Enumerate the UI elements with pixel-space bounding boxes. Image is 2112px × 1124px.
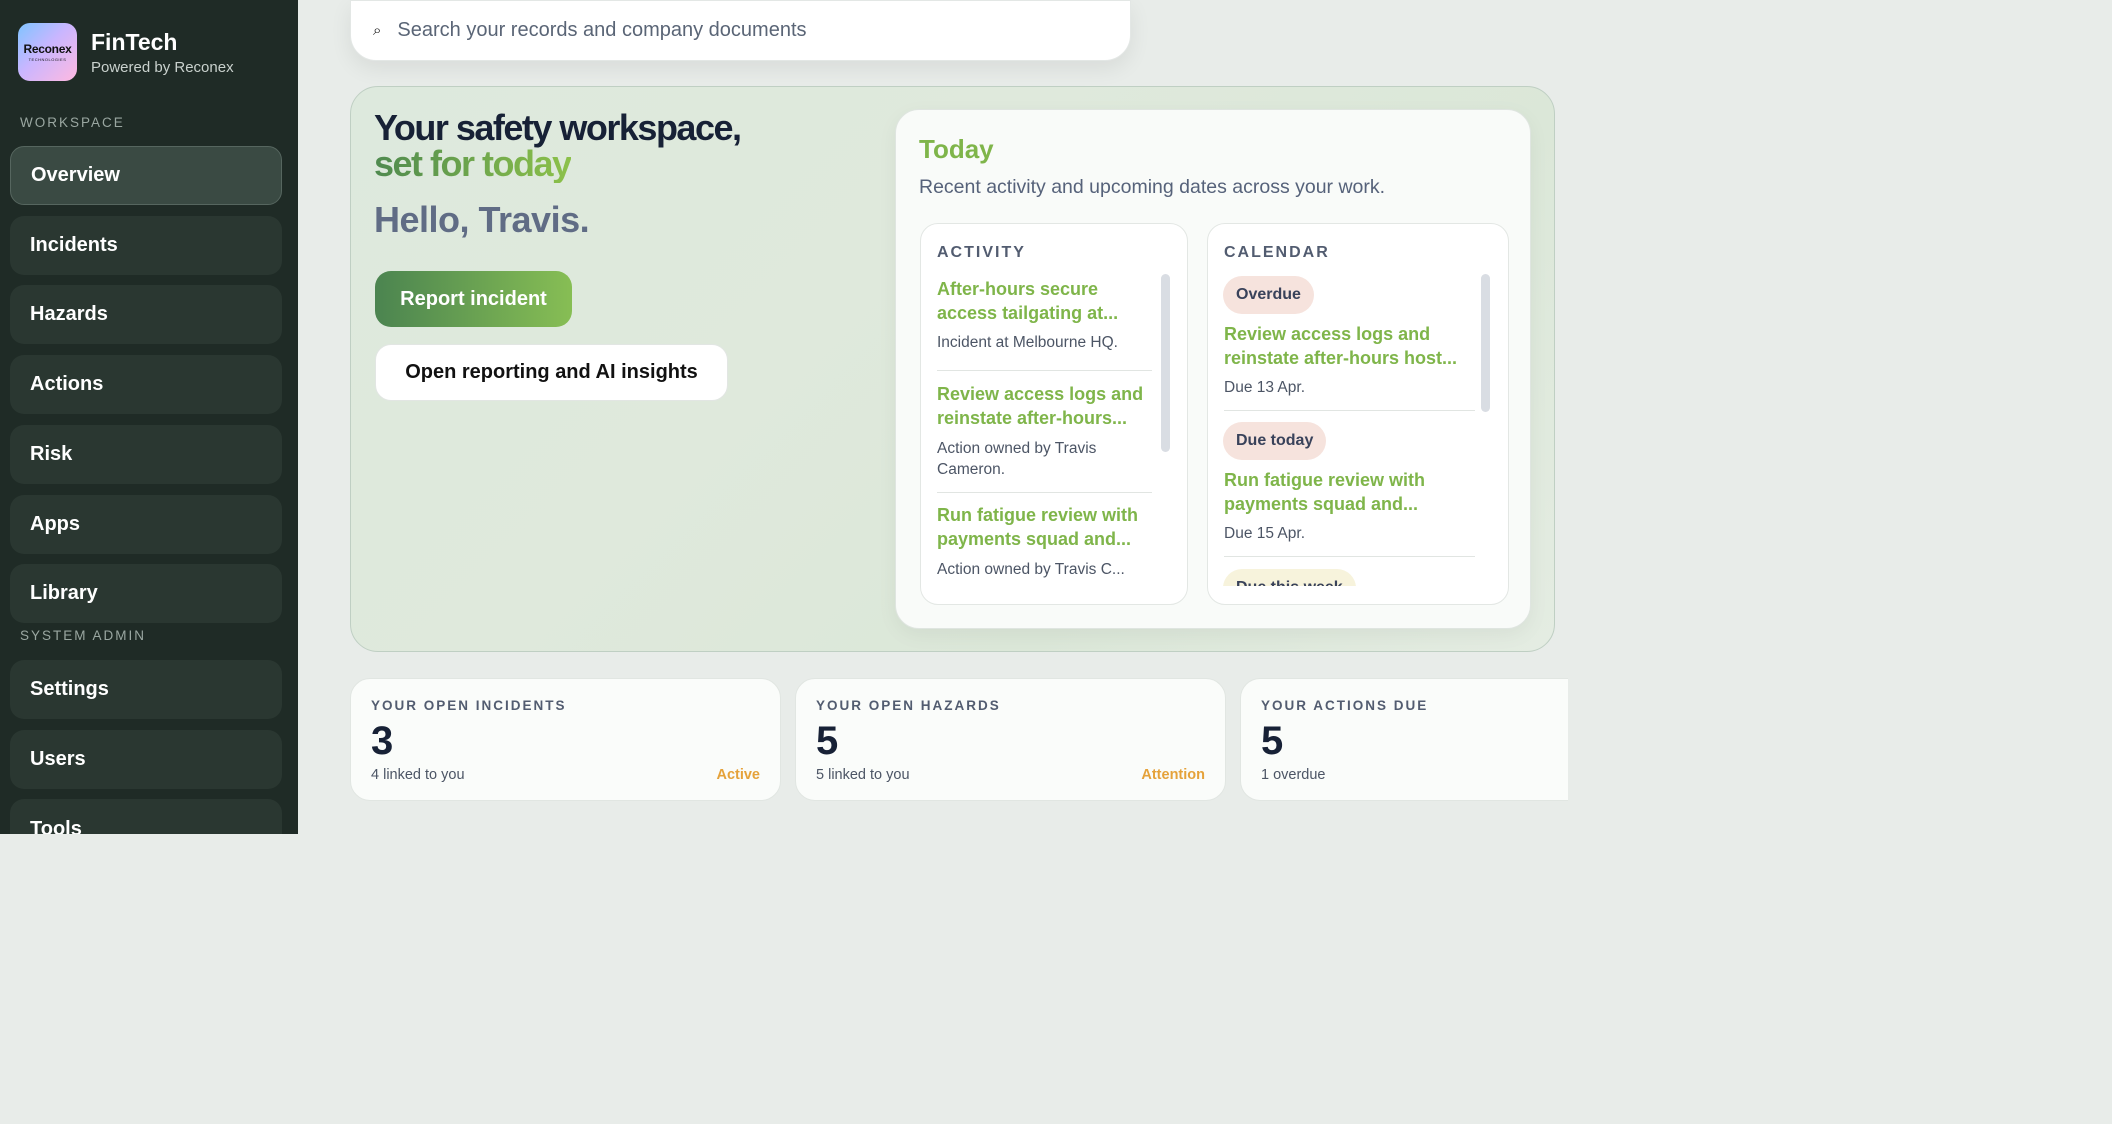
workspace-section-label: WORKSPACE [20,115,125,130]
search-icon: ⌕ [373,22,382,39]
status-badge: Active [716,767,760,783]
activity-item-sub: Action owned by Travis Cameron. [937,440,1097,478]
sidebar-item-tools[interactable]: Tools [10,799,282,834]
due-this-week-badge: Due this week [1223,569,1356,586]
app-name: FinTech [91,28,178,55]
status-badge: Attention [1141,767,1205,783]
sidebar-item-incidents[interactable]: Incidents [10,216,282,275]
sidebar-item-label: Apps [30,513,80,535]
powered-by: Powered by Reconex [91,58,234,76]
search-input[interactable] [395,18,1080,43]
today-subtitle: Recent activity and upcoming dates acros… [919,176,1386,198]
calendar-item-due: Due 13 Apr. [1224,379,1306,396]
stat-sub: 1 overdue [1261,767,1326,783]
divider [1224,410,1475,411]
sidebar-item-label: Settings [30,678,109,700]
system-admin-section-label: SYSTEM ADMIN [20,628,147,643]
greeting: Hello, Travis. [374,199,590,240]
overdue-badge: Overdue [1223,276,1314,314]
due-today-badge: Due today [1223,422,1327,460]
open-reporting-insights-button[interactable]: Open reporting and AI insights [375,344,728,401]
activity-label: ACTIVITY [937,244,1026,261]
sidebar-item-label: Library [30,582,98,604]
today-card: Today Recent activity and upcoming dates… [895,109,1531,629]
stat-label: YOUR OPEN INCIDENTS [371,698,567,713]
actions-due-card[interactable]: YOUR ACTIONS DUE 5 1 overdue [1240,678,1568,801]
activity-item-title[interactable]: Review access logs and reinstate after-h… [937,382,1152,430]
today-title: Today [919,134,994,164]
sidebar-item-actions[interactable]: Actions [10,355,282,414]
sidebar-item-label: Actions [30,373,104,395]
hero-panel: Your safety workspace, set for today Hel… [350,86,1555,652]
sidebar: Reconex TECHNOLOGIES FinTech Powered by … [0,0,298,834]
calendar-item-title[interactable]: Review access logs and reinstate after-h… [1224,322,1476,370]
hero-title: Your safety workspace, [374,107,742,148]
sidebar-item-hazards[interactable]: Hazards [10,285,282,344]
activity-item-title[interactable]: Run fatigue review with payments squad a… [937,503,1152,551]
sidebar-item-risk[interactable]: Risk [10,425,282,484]
activity-panel: ACTIVITY After-hours secure access tailg… [920,223,1188,605]
activity-item-sub: Incident at Melbourne HQ. [937,334,1118,351]
stat-value: 5 [1261,719,1284,763]
divider [937,492,1152,493]
stat-value: 5 [816,719,839,763]
stat-label: YOUR ACTIONS DUE [1261,698,1429,713]
search-bar[interactable]: ⌕ [350,0,1131,61]
sidebar-item-label: Incidents [30,234,118,256]
calendar-panel: CALENDAR Overdue Review access logs and … [1207,223,1509,605]
activity-item-title[interactable]: After-hours secure access tailgating at.… [937,277,1152,325]
activity-item-sub: Action owned by Travis C... [937,561,1125,578]
stat-label: YOUR OPEN HAZARDS [816,698,1001,713]
sidebar-item-label: Risk [30,443,73,465]
stat-value: 3 [371,719,394,763]
sidebar-item-label: Users [30,748,86,770]
calendar-item-title[interactable]: Run fatigue review with payments squad a… [1224,468,1476,516]
divider [1224,556,1475,557]
sidebar-item-users[interactable]: Users [10,730,282,789]
logo-text: Reconex [23,42,72,56]
stat-sub: 5 linked to you [816,767,910,783]
calendar-item-due: Due 15 Apr. [1224,525,1306,542]
stat-sub: 4 linked to you [371,767,465,783]
sidebar-item-settings[interactable]: Settings [10,660,282,719]
open-hazards-card[interactable]: YOUR OPEN HAZARDS 5 5 linked to you Atte… [795,678,1226,801]
hero-title-accent: set for today [374,143,572,184]
reconex-logo[interactable]: Reconex TECHNOLOGIES [18,23,77,81]
sidebar-item-apps[interactable]: Apps [10,495,282,554]
logo-subtext: TECHNOLOGIES [28,57,67,62]
report-incident-button[interactable]: Report incident [375,271,572,327]
open-incidents-card[interactable]: YOUR OPEN INCIDENTS 3 4 linked to you Ac… [350,678,781,801]
sidebar-item-label: Tools [30,818,82,834]
sidebar-item-label: Hazards [30,303,108,325]
sidebar-item-library[interactable]: Library [10,564,282,623]
sidebar-item-overview[interactable]: Overview [10,146,282,205]
brand: Reconex TECHNOLOGIES FinTech Powered by … [18,23,234,81]
divider [937,370,1152,371]
activity-scrollbar[interactable] [1161,274,1170,452]
sidebar-item-label: Overview [31,164,120,186]
